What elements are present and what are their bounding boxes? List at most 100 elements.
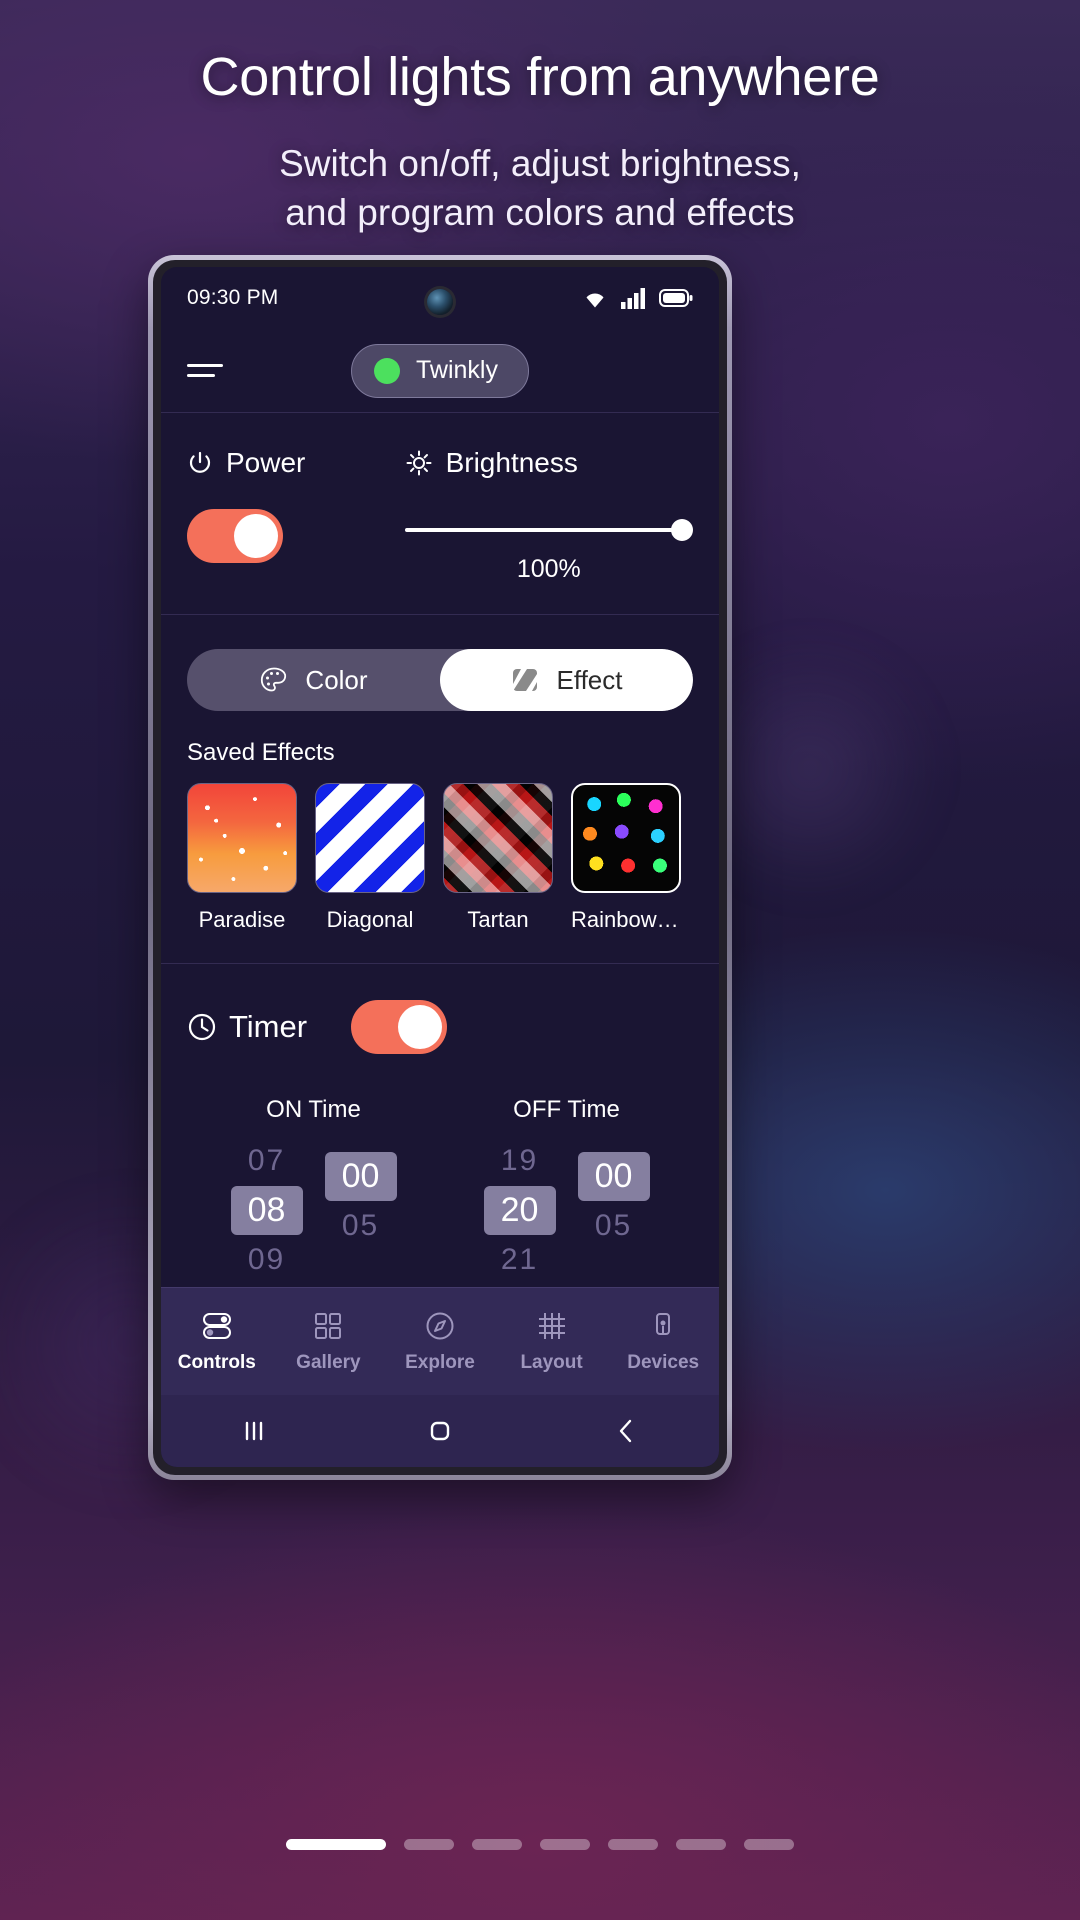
effect-label-tartan: Tartan [467, 907, 529, 932]
carousel-dot-6[interactable] [676, 1839, 726, 1850]
palette-icon [259, 666, 289, 694]
effect-item-tartan[interactable]: Tartan [443, 783, 553, 933]
on-minute-prev [325, 1140, 397, 1148]
wifi-icon [581, 287, 609, 309]
effect-label-diagonal: Diagonal [326, 907, 414, 932]
power-brightness-section: Power Brightness 100% [161, 413, 719, 615]
on-time-title: ON Time [266, 1096, 361, 1123]
nav-label-layout: Layout [520, 1352, 583, 1373]
off-minute-prev [578, 1140, 650, 1148]
cellular-signal-icon [620, 287, 648, 309]
off-hour-current: 20 [483, 1186, 556, 1235]
power-toggle-knob [234, 514, 278, 558]
tab-effect-label: Effect [556, 664, 623, 695]
nav-item-controls[interactable]: Controls [161, 1309, 273, 1374]
timer-section: Timer ON Time 07 08 09 00 05 OFF Time 19… [161, 964, 719, 1287]
brightness-slider[interactable] [404, 519, 693, 541]
back-chevron-icon[interactable] [611, 1416, 641, 1446]
effect-item-diagonal[interactable]: Diagonal [315, 783, 425, 933]
nav-label-controls: Controls [177, 1352, 256, 1373]
promo-subtitle-line-1: Switch on/off, adjust brightness, [279, 143, 801, 185]
brightness-sun-icon [405, 449, 433, 477]
promo-headline: Control lights from anywhere Switch on/o… [0, 0, 1080, 238]
carousel-dot-3[interactable] [472, 1839, 522, 1850]
off-minute-next: 05 [594, 1209, 633, 1242]
effect-stripes-icon [510, 666, 540, 694]
saved-effects-list: Paradise Diagonal Tartan Rainbow R... [187, 783, 693, 963]
off-time-block: OFF Time 19 20 21 00 05 [440, 1096, 693, 1281]
brightness-value-label: 100% [516, 555, 581, 583]
device-online-status-dot [374, 357, 401, 384]
on-hour-prev: 07 [247, 1144, 286, 1177]
brightness-header: Brightness [405, 447, 693, 479]
tab-effect[interactable]: Effect [440, 649, 693, 711]
nav-label-explore: Explore [405, 1352, 475, 1373]
device-name-label: Twinkly [416, 356, 498, 384]
nav-label-devices: Devices [627, 1352, 700, 1373]
home-square-icon[interactable] [425, 1416, 455, 1446]
device-selector-chip[interactable]: Twinkly [351, 343, 529, 398]
power-header: Power [187, 447, 405, 479]
app-bar: Twinkly [161, 329, 719, 413]
phone-screen: 09:30 PM Twinkly Power Brightness 100% C… [161, 267, 719, 1467]
carousel-dot-4[interactable] [540, 1839, 590, 1850]
brightness-column: Brightness 100% [404, 447, 693, 584]
power-toggle[interactable] [187, 509, 283, 563]
effect-thumbnail-tartan [443, 783, 553, 893]
power-icon [187, 450, 213, 476]
hamburger-menu-icon[interactable] [187, 364, 223, 377]
front-camera-punch-hole [427, 289, 453, 315]
off-hour-prev: 19 [500, 1144, 539, 1177]
power-column: Power [187, 447, 405, 584]
effect-thumbnail-paradise [187, 783, 297, 893]
carousel-dot-7[interactable] [744, 1839, 794, 1850]
timer-toggle[interactable] [351, 1000, 448, 1054]
timer-toggle-knob [398, 1005, 443, 1049]
effect-thumbnail-rainbow [571, 783, 681, 893]
status-bar: 09:30 PM [161, 267, 719, 329]
on-hour-next: 09 [247, 1243, 286, 1276]
hash-grid-icon [536, 1309, 568, 1343]
phone-bezel: 09:30 PM Twinkly Power Brightness 100% C… [153, 260, 727, 1475]
carousel-dot-1[interactable] [286, 1839, 386, 1850]
device-icon [647, 1309, 679, 1343]
nav-item-explore[interactable]: Explore [384, 1309, 496, 1374]
brightness-slider-track [404, 528, 681, 532]
promo-subtitle-line-2: and program colors and effects [285, 191, 795, 233]
nav-item-gallery[interactable]: Gallery [273, 1309, 385, 1374]
toggles-icon [200, 1309, 234, 1343]
recents-bars-icon[interactable] [239, 1416, 269, 1446]
effect-item-paradise[interactable]: Paradise [187, 783, 297, 933]
carousel-dot-2[interactable] [404, 1839, 454, 1850]
status-bar-time: 09:30 PM [187, 286, 279, 309]
timer-pickers: ON Time 07 08 09 00 05 OFF Time 19 20 21… [187, 1096, 693, 1281]
brightness-slider-thumb[interactable] [671, 519, 693, 541]
timer-label: Timer [229, 1009, 308, 1044]
off-time-minute-wheel[interactable]: 00 05 [577, 1140, 650, 1281]
off-minute-current: 00 [577, 1152, 650, 1201]
mode-section: Color Effect Saved Effects Paradise Diag… [161, 615, 719, 964]
nav-label-gallery: Gallery [296, 1352, 361, 1373]
tab-color[interactable]: Color [187, 649, 440, 711]
mode-segmented-control: Color Effect [187, 649, 693, 711]
effect-thumbnail-diagonal [315, 783, 425, 893]
battery-icon [659, 288, 693, 308]
off-time-title: OFF Time [513, 1096, 620, 1123]
phone-mockup: 09:30 PM Twinkly Power Brightness 100% C… [148, 255, 732, 1480]
effect-label-rainbow: Rainbow R... [571, 907, 681, 932]
on-minute-next: 05 [341, 1209, 380, 1242]
nav-item-devices[interactable]: Devices [607, 1309, 719, 1374]
on-time-block: ON Time 07 08 09 00 05 [187, 1096, 440, 1281]
promo-title: Control lights from anywhere [200, 47, 880, 107]
off-time-wheels: 19 20 21 00 05 [440, 1140, 693, 1281]
timer-label-group: Timer [187, 1009, 307, 1045]
carousel-dot-5[interactable] [608, 1839, 658, 1850]
nav-item-layout[interactable]: Layout [496, 1309, 608, 1374]
effect-item-rainbow[interactable]: Rainbow R... [571, 783, 681, 933]
bottom-navigation: Controls Gallery Explore Layout Devices [161, 1287, 719, 1395]
on-time-hour-wheel[interactable]: 07 08 09 [230, 1140, 303, 1281]
timer-header: Timer [187, 1000, 693, 1054]
android-system-bar [161, 1395, 719, 1467]
on-time-minute-wheel[interactable]: 00 05 [324, 1140, 397, 1281]
off-time-hour-wheel[interactable]: 19 20 21 [483, 1140, 556, 1281]
